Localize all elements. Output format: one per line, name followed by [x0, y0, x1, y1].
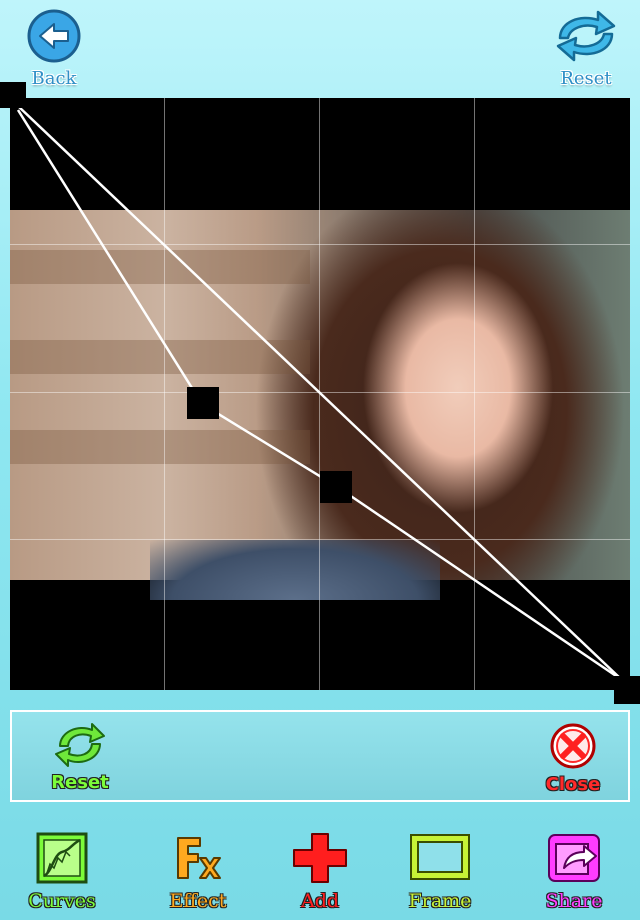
tool-frame-label: Frame: [408, 890, 472, 912]
back-button[interactable]: Back: [22, 8, 86, 89]
effect-icon: [177, 837, 221, 879]
tool-curves-label: Curves: [28, 890, 96, 912]
share-icon: [548, 834, 600, 882]
curves-reset-label: Reset: [51, 772, 109, 793]
close-icon: [550, 723, 596, 769]
tool-add-button[interactable]: Add: [270, 832, 370, 912]
curve-end-handle[interactable]: [614, 676, 640, 704]
back-arrow-icon: [27, 9, 81, 63]
tool-share-label: Share: [545, 890, 603, 912]
tool-effect-button[interactable]: Effect: [148, 832, 248, 912]
tool-effect-label: Effect: [169, 890, 227, 912]
tool-share-button[interactable]: Share: [524, 832, 624, 912]
add-icon: [293, 833, 347, 883]
green-refresh-icon: [55, 723, 105, 767]
curves-panel: Reset Close: [10, 710, 630, 802]
curves-reset-button[interactable]: Reset: [40, 722, 120, 793]
back-label: Back: [31, 68, 77, 89]
tool-frame-button[interactable]: Frame: [390, 832, 490, 912]
tool-add-label: Add: [300, 890, 340, 912]
frame-icon: [410, 834, 470, 880]
curve-start-handle[interactable]: [0, 82, 26, 108]
diagonal-reference-line: [17, 105, 623, 681]
curves-overlay: [16, 105, 623, 682]
curves-close-label: Close: [545, 774, 601, 795]
curves-close-button[interactable]: Close: [536, 722, 610, 795]
bottom-toolbar: Curves Effect Add Frame Share: [0, 820, 640, 920]
top-bar: Back Reset: [0, 0, 640, 96]
reset-top-button[interactable]: Reset: [548, 8, 624, 89]
reset-top-label: Reset: [560, 68, 612, 89]
curve-control-point: [320, 471, 352, 503]
curve-control-point: [187, 387, 219, 419]
curves-icon: [36, 832, 88, 884]
photo-editing-canvas[interactable]: [10, 98, 630, 690]
refresh-icon: [556, 10, 616, 62]
tool-curves-button[interactable]: Curves: [12, 832, 112, 912]
